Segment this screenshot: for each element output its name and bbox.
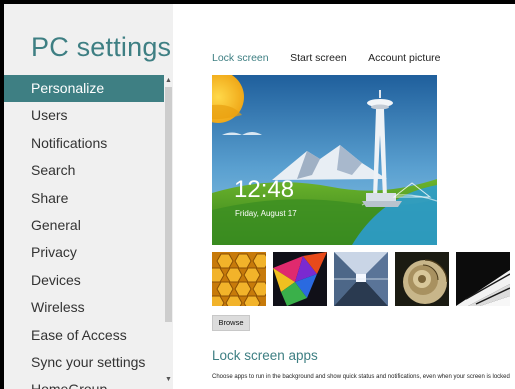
- scrollbar-thumb[interactable]: [165, 87, 172, 322]
- nav-item-devices[interactable]: Devices: [4, 267, 164, 294]
- scroll-down-arrow-icon[interactable]: ▼: [164, 374, 173, 385]
- piano-keys-image[interactable]: [456, 252, 510, 306]
- tab-account-picture[interactable]: Account picture: [368, 52, 440, 64]
- lock-screen-time: 12:48: [234, 176, 295, 203]
- honeycomb-image[interactable]: [212, 252, 266, 306]
- nav-item-sync-settings[interactable]: Sync your settings: [4, 349, 164, 376]
- nav-item-wireless[interactable]: Wireless: [4, 294, 164, 321]
- nav-item-general[interactable]: General: [4, 212, 164, 239]
- nautilus-shell-image[interactable]: [395, 252, 449, 306]
- nav-scrollbar[interactable]: ▲ ▼: [164, 75, 173, 389]
- lock-screen-preview: 12:48 Friday, August 17: [212, 75, 437, 245]
- nav-item-privacy[interactable]: Privacy: [4, 239, 164, 266]
- nav-item-search[interactable]: Search: [4, 157, 164, 184]
- nav-item-notifications[interactable]: Notifications: [4, 130, 164, 157]
- lock-screen-date: Friday, August 17: [235, 209, 297, 218]
- personalize-pane: Lock screen Start screen Account picture: [173, 4, 515, 389]
- background-thumbnails: [212, 252, 515, 306]
- browse-button[interactable]: Browse: [212, 315, 250, 331]
- nav-item-ease-of-access[interactable]: Ease of Access: [4, 322, 164, 349]
- settings-nav-pane: PC settings Personalize Users Notificati…: [4, 4, 173, 389]
- space-needle-landscape-image: [212, 75, 437, 245]
- tunnel-image[interactable]: [334, 252, 388, 306]
- lock-screen-apps-heading: Lock screen apps: [212, 348, 318, 363]
- page-title: PC settings: [31, 32, 172, 62]
- scroll-up-arrow-icon[interactable]: ▲: [164, 75, 173, 86]
- pc-settings-window: PC settings Personalize Users Notificati…: [4, 4, 515, 389]
- nav-item-share[interactable]: Share: [4, 185, 164, 212]
- tab-lock-screen[interactable]: Lock screen: [212, 52, 269, 64]
- prism-image[interactable]: [273, 252, 327, 306]
- nav-item-users[interactable]: Users: [4, 102, 164, 129]
- lock-screen-apps-description: Choose apps to run in the background and…: [212, 374, 510, 380]
- tab-start-screen[interactable]: Start screen: [290, 52, 347, 64]
- settings-nav-list: Personalize Users Notifications Search S…: [4, 75, 164, 389]
- nav-item-homegroup[interactable]: HomeGroup: [4, 376, 164, 389]
- personalize-tabs: Lock screen Start screen Account picture: [212, 48, 458, 66]
- nav-item-personalize[interactable]: Personalize: [4, 75, 164, 103]
